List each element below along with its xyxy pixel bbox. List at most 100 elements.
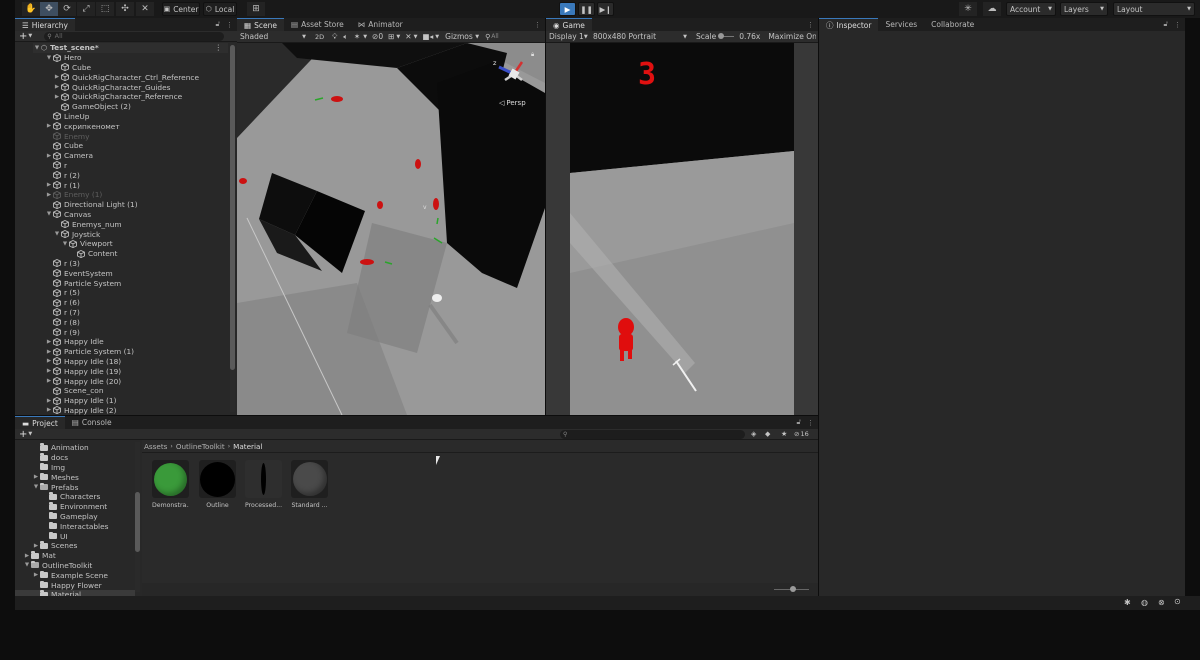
lighting-icon[interactable]: 💡︎ — [332, 32, 337, 42]
slider-handle[interactable] — [718, 33, 725, 39]
hierarchy-item[interactable]: ▼ Hero — [45, 53, 82, 63]
tab-scene[interactable]: ▦ Scene — [237, 18, 284, 31]
kebab-menu-icon[interactable]: ⋮ — [226, 21, 233, 29]
pivot-center-button[interactable]: ▣ Center — [162, 2, 200, 16]
hierarchy-item[interactable]: ▼ Canvas — [45, 210, 91, 220]
collapse-arrow-icon[interactable]: ▶ — [32, 543, 40, 549]
account-dropdown[interactable]: Account ▼ — [1006, 2, 1056, 16]
hierarchy-item[interactable]: r (8) — [45, 317, 80, 327]
collapse-arrow-icon[interactable]: ▶ — [23, 553, 31, 559]
hierarchy-item[interactable]: ▼ Viewport — [61, 239, 113, 249]
tab-hierarchy[interactable]: ☰ Hierarchy — [15, 18, 75, 31]
search-icon[interactable]: ⚲ — [485, 33, 490, 41]
favorite-icon[interactable]: ★ — [781, 430, 787, 438]
hierarchy-item[interactable]: ▶ QuickRigCharacter_Reference — [53, 92, 182, 102]
game-viewport[interactable]: 3 — [570, 43, 794, 415]
breadcrumb-assets[interactable]: Assets — [144, 442, 167, 451]
hierarchy-item[interactable]: r (6) — [45, 298, 80, 308]
hierarchy-item[interactable]: ▶ Happy Idle (1) — [45, 396, 117, 406]
maximize-on-play-toggle[interactable]: Maximize On Play — [768, 32, 816, 41]
filter-by-label-icon[interactable]: ◆ — [765, 430, 770, 438]
folder-item[interactable]: ▶ Mat — [23, 551, 56, 561]
folder-item[interactable]: ▼ Prefabs — [32, 482, 78, 492]
network-icon[interactable]: ◍ — [1141, 598, 1148, 607]
hierarchy-item[interactable]: ▶ Enemy (1) — [45, 190, 102, 200]
hidden-packages-badge[interactable]: ⊘ 16 — [794, 430, 809, 438]
collab-sparkle-icon[interactable]: ✳ — [959, 2, 977, 16]
hierarchy-item[interactable]: r (9) — [45, 327, 80, 337]
collapse-arrow-icon[interactable]: ▶ — [45, 182, 53, 188]
transform-tool-icon[interactable]: ✣ — [116, 2, 134, 16]
filter-by-type-icon[interactable]: ◈ — [751, 430, 756, 438]
hierarchy-item[interactable]: ▼ Joystick — [53, 229, 100, 239]
kebab-menu-icon[interactable]: ⋮ — [215, 43, 222, 52]
tab-project[interactable]: ▬ Project — [15, 416, 65, 429]
collapse-arrow-icon[interactable]: ▶ — [45, 153, 53, 159]
hierarchy-item[interactable]: r (7) — [45, 308, 80, 318]
collapse-arrow-icon[interactable]: ▶ — [32, 572, 40, 578]
cache-icon[interactable]: ⊗ — [1158, 598, 1165, 607]
audio-icon[interactable]: 🔈︎ — [343, 32, 348, 42]
camera-icon[interactable]: ■◂ — [422, 32, 433, 41]
add-icon[interactable]: + — [19, 31, 27, 42]
cloud-icon[interactable]: ☁ — [983, 2, 1001, 16]
expand-arrow-icon[interactable]: ▼ — [33, 45, 41, 51]
folder-item[interactable]: Interactables — [41, 521, 109, 531]
chevron-down-icon[interactable]: ▼ — [435, 34, 439, 40]
rect-tool-icon[interactable]: ⬚ — [96, 2, 114, 16]
tab-collaborate[interactable]: Collaborate — [924, 18, 981, 31]
folder-item[interactable]: Environment — [41, 502, 107, 512]
collapse-arrow-icon[interactable]: ▶ — [53, 74, 61, 80]
hierarchy-item[interactable]: Cube — [53, 63, 91, 73]
kebab-menu-icon[interactable]: ⋮ — [1174, 21, 1181, 29]
layers-dropdown[interactable]: Layers ▼ — [1060, 2, 1108, 16]
material-asset-demonstra[interactable]: Demonstra... — [152, 460, 189, 509]
tab-game[interactable]: ◉ Game — [546, 18, 592, 31]
collapse-arrow-icon[interactable]: ▶ — [45, 358, 53, 364]
hierarchy-item[interactable]: ▶ Particle System (1) — [45, 347, 134, 357]
collapse-arrow-icon[interactable]: ▶ — [45, 123, 53, 129]
move-tool-icon[interactable]: ✥ — [40, 2, 58, 16]
projection-toggle[interactable]: ◁ Persp — [499, 99, 526, 107]
layout-dropdown[interactable]: Layout ▼ — [1113, 2, 1195, 16]
collapse-arrow-icon[interactable]: ▶ — [45, 192, 53, 198]
2d-mode-toggle[interactable]: 2D — [315, 33, 324, 41]
hierarchy-item[interactable]: ▶ Happy Idle (20) — [45, 376, 121, 386]
pause-button[interactable]: ❚❚ — [578, 2, 595, 16]
lock-icon[interactable]: 🔒︎ — [531, 51, 534, 59]
collapse-arrow-icon[interactable]: ▶ — [45, 398, 53, 404]
expand-arrow-icon[interactable]: ▼ — [23, 562, 31, 568]
scene-root-row[interactable]: ▼ ⬡ Test_scene* ⋮ — [33, 43, 228, 53]
kebab-menu-icon[interactable]: ⋮ — [534, 21, 541, 29]
hierarchy-item[interactable]: ▶ QuickRigCharacter_Ctrl_Reference — [53, 72, 199, 82]
activity-chevron-icon[interactable]: ⊙ — [1174, 597, 1181, 606]
hierarchy-item[interactable]: Scene_con — [45, 386, 104, 396]
hierarchy-item[interactable]: ▶ Happy Idle — [45, 337, 104, 347]
hierarchy-item[interactable]: LineUp — [45, 112, 90, 122]
slider-handle[interactable] — [790, 586, 796, 592]
lock-icon[interactable]: 🔓︎ — [1163, 20, 1168, 29]
bug-icon[interactable]: ✱ — [1124, 598, 1131, 607]
expand-arrow-icon[interactable]: ▼ — [45, 55, 53, 61]
breadcrumb-material[interactable]: Material — [233, 442, 262, 451]
folder-item[interactable]: Characters — [41, 492, 100, 502]
shading-mode-dropdown[interactable]: Shaded ▼ — [237, 32, 309, 42]
hierarchy-item[interactable]: EventSystem — [45, 268, 113, 278]
hierarchy-item[interactable]: Directional Light (1) — [45, 200, 138, 210]
material-asset-outline[interactable]: Outline — [199, 460, 236, 509]
gizmos-dropdown[interactable]: Gizmos ▼ — [442, 32, 482, 42]
collapse-arrow-icon[interactable]: ▶ — [45, 339, 53, 345]
hand-tool-icon[interactable]: ✋ — [22, 2, 40, 16]
hidden-objects-icon[interactable]: ⊘0 — [372, 32, 383, 41]
project-search-input[interactable]: ⚲ — [560, 430, 745, 439]
play-button[interactable]: ▶ — [559, 2, 576, 16]
hierarchy-item[interactable]: ▶ QuickRigCharacter_Guides — [53, 82, 171, 92]
lock-icon[interactable]: 🔓︎ — [215, 20, 220, 29]
folder-item[interactable]: Img — [32, 462, 65, 473]
hierarchy-search-input[interactable]: ⚲ All — [44, 31, 225, 41]
hierarchy-item[interactable]: Enemy — [45, 131, 89, 141]
tab-asset-store[interactable]: ▤ Asset Store — [284, 18, 351, 31]
hierarchy-item[interactable]: GameObject (2) — [53, 102, 131, 112]
hierarchy-scrollbar[interactable] — [230, 43, 235, 412]
hierarchy-item[interactable]: Particle System — [45, 278, 121, 288]
